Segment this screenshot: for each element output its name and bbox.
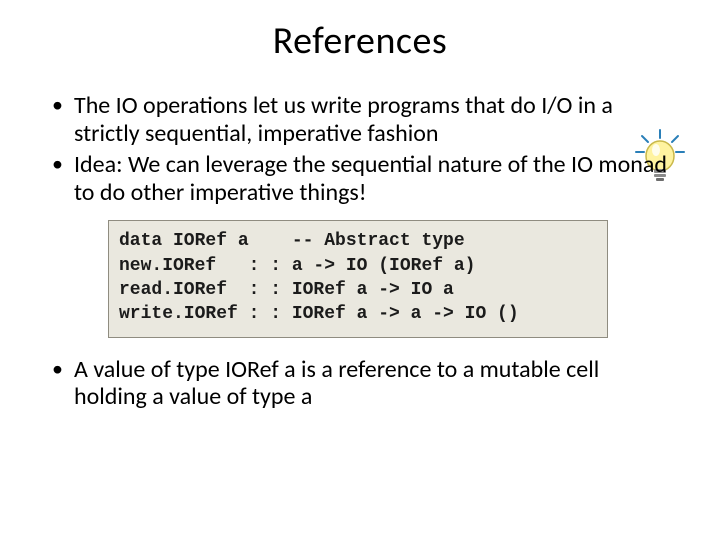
bullet-text: Idea: We can leverage the sequential nat… xyxy=(74,150,667,207)
bullet-list-bottom: A value of type IORef a is a reference t… xyxy=(48,356,672,411)
bullet-list-top: The IO operations let us write programs … xyxy=(48,92,672,206)
slide: References The IO operations let us writ… xyxy=(0,0,720,540)
code-text: data IORef a -- Abstract type new.IORef … xyxy=(119,229,597,326)
bullet-text: A value of type IORef a is a reference t… xyxy=(74,355,599,412)
bullet-item: The IO operations let us write programs … xyxy=(48,92,672,147)
bullet-text: The IO operations let us write programs … xyxy=(74,91,613,148)
code-block: data IORef a -- Abstract type new.IORef … xyxy=(108,220,608,337)
bullet-item: Idea: We can leverage the sequential nat… xyxy=(48,151,672,206)
page-title: References xyxy=(48,18,672,64)
bullet-item: A value of type IORef a is a reference t… xyxy=(48,356,672,411)
